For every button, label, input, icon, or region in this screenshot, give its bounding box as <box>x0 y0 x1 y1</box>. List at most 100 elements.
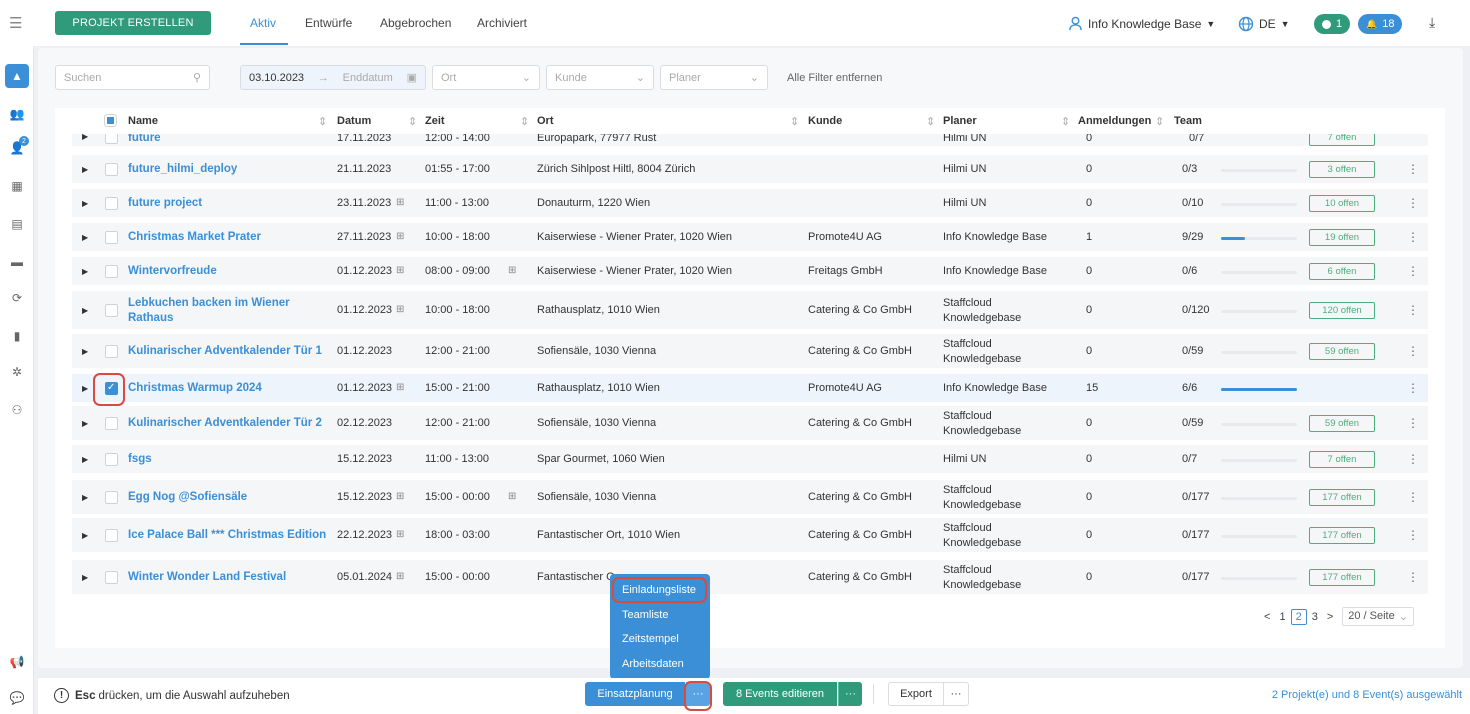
event-name[interactable]: Egg Nog @Sofiensäle <box>128 491 247 503</box>
menu-item-arbeitsdaten[interactable]: Arbeitsdaten <box>622 658 684 670</box>
table-row[interactable]: ▶ Winter Wonder Land Festival 05.01.2024 ⊞ 1… <box>72 560 1428 596</box>
row-actions-icon[interactable]: ⋮ <box>1407 303 1419 317</box>
table-row[interactable]: ▶ ✓ Christmas Warmup 2024 01.12.2023 ⊞ 15:00 … <box>72 374 1428 404</box>
header-team[interactable]: Team <box>1174 115 1202 127</box>
row-checkbox[interactable] <box>105 304 118 317</box>
row-checkbox[interactable] <box>105 417 118 430</box>
expand-icon[interactable]: ▶ <box>82 531 88 540</box>
export-button[interactable]: Export <box>888 682 944 706</box>
sort-icon[interactable]: ⇕ <box>520 115 529 128</box>
document-nav-icon[interactable]: ▮ <box>5 324 29 348</box>
tab-entwuerfe[interactable]: Entwürfe <box>305 16 352 30</box>
user-add-nav-icon[interactable]: 👤 2 <box>5 136 29 160</box>
clear-filters-link[interactable]: Alle Filter entfernen <box>787 72 882 84</box>
time-expand-icon[interactable]: ⊞ <box>508 265 516 276</box>
planner-select[interactable]: Planer ⌄ <box>660 65 768 90</box>
menu-icon[interactable]: ☰ <box>9 14 22 32</box>
row-actions-icon[interactable]: ⋮ <box>1407 528 1419 542</box>
open-slots-badge[interactable]: 177 offen <box>1309 569 1375 586</box>
page-1-button[interactable]: 1 <box>1279 611 1285 623</box>
user-settings-nav-icon[interactable]: ⚇ <box>5 398 29 422</box>
event-name[interactable]: Winter Wonder Land Festival <box>128 571 286 583</box>
user-menu[interactable]: Info Knowledge Base ▼ <box>1068 16 1215 31</box>
row-checkbox[interactable] <box>105 491 118 504</box>
header-planner[interactable]: Planer <box>943 115 977 127</box>
menu-item-zeitstempel[interactable]: Zeitstempel <box>622 633 679 645</box>
notification-badge[interactable]: 🔔 18 <box>1358 14 1403 34</box>
row-checkbox[interactable] <box>105 453 118 466</box>
table-row[interactable]: ▶ Lebkuchen backen im Wiener Rathaus 01.12.… <box>72 291 1428 331</box>
expand-icon[interactable]: ▶ <box>82 233 88 242</box>
menu-item-teamliste[interactable]: Teamliste <box>622 609 668 621</box>
projects-nav-icon[interactable]: ▲ <box>5 64 29 88</box>
page-2-button[interactable]: 2 <box>1290 608 1307 625</box>
table-row[interactable]: ▶ Kulinarischer Adventkalender Tür 2 02.12… <box>72 406 1428 442</box>
event-name[interactable]: fsgs <box>128 453 152 465</box>
table-row[interactable]: ▶ Kulinarischer Adventkalender Tür 1 01.12… <box>72 334 1428 370</box>
header-location[interactable]: Ort <box>537 115 554 127</box>
time-expand-icon[interactable]: ⊞ <box>508 491 516 502</box>
tab-aktiv[interactable]: Aktiv <box>250 16 276 30</box>
page-3-button[interactable]: 3 <box>1312 611 1318 623</box>
table-row[interactable]: ▶ Wintervorfreude 01.12.2023 ⊞ 08:00 - 09:00… <box>72 257 1428 287</box>
edit-events-more-button[interactable]: ··· <box>838 682 862 706</box>
row-checkbox[interactable] <box>105 571 118 584</box>
next-page-button[interactable]: > <box>1327 611 1333 623</box>
row-actions-icon[interactable]: ⋮ <box>1407 416 1419 430</box>
open-slots-badge[interactable]: 7 offen <box>1309 451 1375 468</box>
date-expand-icon[interactable]: ⊞ <box>396 265 404 276</box>
table-row[interactable]: ▶ Egg Nog @Sofiensäle 15.12.2023 ⊞ 15:00 - 0… <box>72 480 1428 516</box>
row-checkbox[interactable] <box>105 163 118 176</box>
row-actions-icon[interactable]: ⋮ <box>1407 570 1419 584</box>
header-registrations[interactable]: Anmeldungen <box>1078 115 1151 127</box>
date-range-picker[interactable]: 03.10.2023 → Enddatum ▣ <box>240 65 426 90</box>
customer-select[interactable]: Kunde ⌄ <box>546 65 654 90</box>
date-expand-icon[interactable]: ⊞ <box>396 197 404 208</box>
date-expand-icon[interactable]: ⊞ <box>396 491 404 502</box>
date-expand-icon[interactable]: ⊞ <box>396 231 404 242</box>
row-actions-icon[interactable]: ⋮ <box>1407 344 1419 358</box>
search-input[interactable]: Suchen ⚲ <box>55 65 210 90</box>
row-actions-icon[interactable]: ⋮ <box>1407 230 1419 244</box>
edit-events-button[interactable]: 8 Events editieren <box>723 682 837 706</box>
building-nav-icon[interactable]: ▤ <box>5 212 29 236</box>
table-row[interactable]: ▶ fsgs 15.12.2023 11:00 - 13:00 Spar Gourmet… <box>72 445 1428 475</box>
sort-icon[interactable]: ⇕ <box>1061 115 1070 128</box>
open-slots-badge[interactable]: 177 offen <box>1309 489 1375 506</box>
open-slots-badge[interactable]: 6 offen <box>1309 263 1375 280</box>
expand-icon[interactable]: ▶ <box>82 384 88 393</box>
date-expand-icon[interactable]: ⊞ <box>396 529 404 540</box>
open-slots-badge[interactable]: 59 offen <box>1309 415 1375 432</box>
event-name[interactable]: Christmas Market Prater <box>128 231 261 243</box>
expand-icon[interactable]: ▶ <box>82 455 88 464</box>
money-nav-icon[interactable]: ▬ <box>5 250 29 274</box>
open-slots-badge[interactable]: 120 offen <box>1309 302 1375 319</box>
event-name[interactable]: Christmas Warmup 2024 <box>128 382 262 394</box>
row-checkbox[interactable] <box>105 529 118 542</box>
row-checkbox[interactable] <box>105 265 118 278</box>
prev-page-button[interactable]: < <box>1264 611 1270 623</box>
row-actions-icon[interactable]: ⋮ <box>1407 196 1419 210</box>
chat-nav-icon[interactable]: 💬 <box>5 686 29 710</box>
row-actions-icon[interactable]: ⋮ <box>1407 490 1419 504</box>
chat-badge[interactable]: 1 <box>1314 14 1351 34</box>
sort-icon[interactable]: ⇕ <box>1155 115 1164 128</box>
megaphone-nav-icon[interactable]: 📢 <box>5 650 29 674</box>
table-row[interactable]: ▶ Ice Palace Ball *** Christmas Edition 22… <box>72 518 1428 554</box>
open-slots-badge[interactable]: 19 offen <box>1309 229 1375 246</box>
event-name[interactable]: Ice Palace Ball *** Christmas Edition <box>128 529 326 541</box>
sort-icon[interactable]: ⇕ <box>926 115 935 128</box>
expand-icon[interactable]: ▶ <box>82 347 88 356</box>
row-actions-icon[interactable]: ⋮ <box>1407 381 1419 395</box>
open-slots-badge[interactable]: 3 offen <box>1309 161 1375 178</box>
event-name[interactable]: Lebkuchen backen im Wiener Rathaus <box>128 296 290 326</box>
expand-icon[interactable]: ▶ <box>82 573 88 582</box>
open-slots-badge[interactable]: 177 offen <box>1309 527 1375 544</box>
einsatzplanung-button[interactable]: Einsatzplanung <box>585 682 685 706</box>
expand-icon[interactable]: ▶ <box>82 306 88 315</box>
event-name[interactable]: Wintervorfreude <box>128 265 217 277</box>
export-more-button[interactable]: ··· <box>944 682 969 706</box>
header-date[interactable]: Datum <box>337 115 371 127</box>
download-icon[interactable]: ⤓ <box>1429 14 1435 31</box>
event-name[interactable]: future project <box>128 197 202 209</box>
